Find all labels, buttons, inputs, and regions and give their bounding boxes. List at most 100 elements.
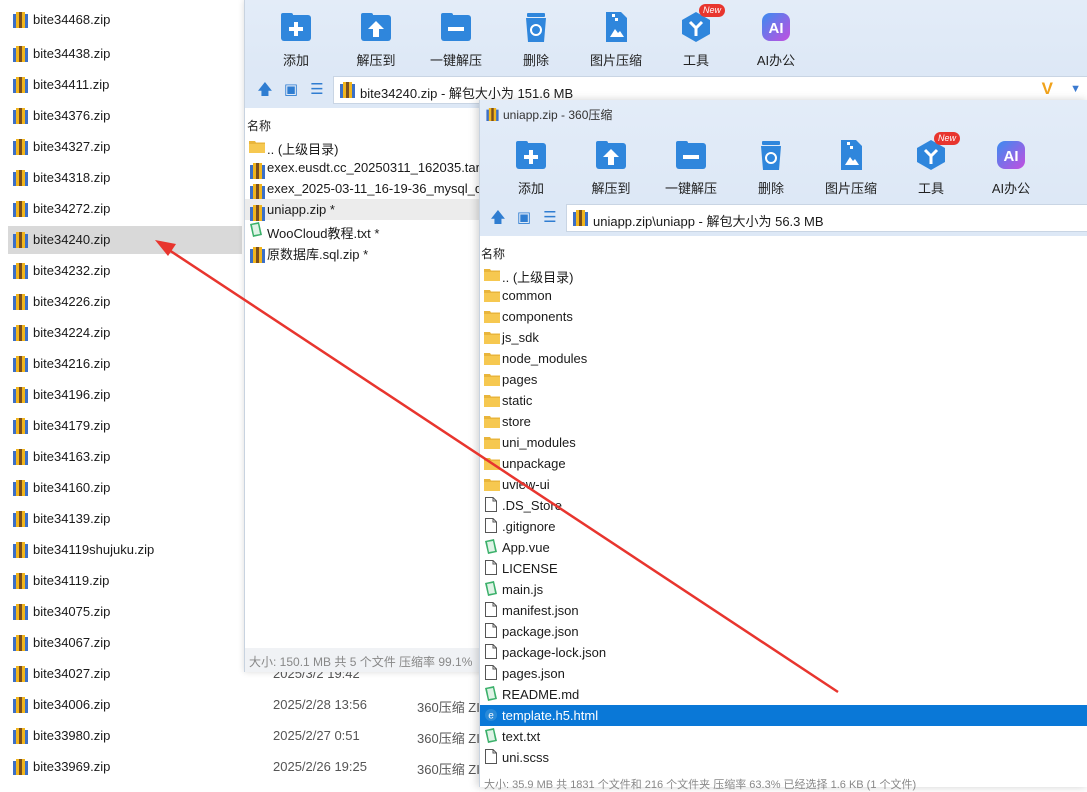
- win2-file-row[interactable]: .gitignore: [480, 516, 1087, 537]
- bg-file-type: 360压缩 ZI: [417, 731, 480, 746]
- delete-button-2[interactable]: 删除: [736, 138, 806, 197]
- thumbnail-view-icon[interactable]: ▣: [283, 82, 299, 98]
- file-name: package-lock.json: [502, 645, 607, 660]
- win2-file-row[interactable]: README.md: [480, 684, 1087, 705]
- archive-window-uniapp: uniapp.zip - 360压缩 添加 解压到 一键解压 删除 图片压缩 N…: [479, 100, 1087, 791]
- file-icon: [485, 623, 497, 638]
- win1-file-row[interactable]: WooCloud教程.txt *: [245, 220, 485, 241]
- win2-file-row[interactable]: e template.h5.html: [480, 705, 1087, 726]
- win1-file-row[interactable]: exex_2025-03-11_16-19-36_mysql_da: [245, 178, 489, 200]
- bg-file-name: bite34224.zip: [33, 325, 111, 340]
- extract-to-button-2[interactable]: 解压到: [576, 138, 646, 197]
- list-view-icon[interactable]: ☰: [542, 210, 558, 226]
- bg-file-name: bite34179.zip: [33, 418, 111, 433]
- bg-file-date: 2025/2/27 0:51: [273, 728, 360, 743]
- file-name: exex.eusdt.cc_20250311_162035.tar.g: [267, 160, 491, 175]
- ai-office-button-2[interactable]: AI AI办公: [976, 138, 1046, 197]
- thumbnail-view-icon[interactable]: ▣: [516, 210, 532, 226]
- vip-icon[interactable]: V: [1042, 79, 1053, 99]
- win2-file-row[interactable]: .DS_Store: [480, 495, 1087, 516]
- zip-archive-icon: [13, 635, 28, 651]
- tools-icon: New: [679, 4, 726, 44]
- win2-file-row[interactable]: unpackage: [480, 453, 1087, 474]
- bg-file-name: bite34226.zip: [33, 294, 111, 309]
- add-button-2[interactable]: 添加: [496, 138, 566, 197]
- win2-file-row[interactable]: store: [480, 411, 1087, 432]
- script-file-icon: [485, 539, 497, 554]
- win2-file-row[interactable]: .. (上级目录): [480, 264, 1087, 285]
- tools-icon: New: [914, 132, 961, 172]
- bg-file-name: bite33980.zip: [33, 728, 111, 743]
- zip-archive-icon: [13, 387, 28, 403]
- ai-office-icon: AI: [759, 10, 793, 44]
- text-file-icon: [250, 222, 262, 237]
- bg-file-name: bite34075.zip: [33, 604, 111, 619]
- win1-file-row[interactable]: 原数据库.sql.zip *: [245, 241, 485, 263]
- one-click-extract-button-2[interactable]: 一键解压: [656, 138, 726, 197]
- win2-file-row[interactable]: static: [480, 390, 1087, 411]
- list-view-icon[interactable]: ☰: [309, 82, 325, 98]
- win2-file-row[interactable]: node_modules: [480, 348, 1087, 369]
- win1-file-row[interactable]: .. (上级目录): [245, 136, 485, 157]
- one-click-extract-button[interactable]: 一键解压: [421, 10, 491, 69]
- zip-archive-icon: [250, 247, 265, 263]
- win1-file-row[interactable]: exex.eusdt.cc_20250311_162035.tar.g: [245, 157, 490, 179]
- file-name: main.js: [502, 582, 544, 597]
- up-arrow-icon[interactable]: 🡅: [490, 210, 506, 226]
- file-name: .. (上级目录): [267, 142, 339, 157]
- edge-browser-icon: e: [485, 709, 497, 722]
- win2-file-row[interactable]: text.txt: [480, 726, 1087, 747]
- zip-archive-icon: [13, 697, 28, 713]
- bg-file-name: bite34272.zip: [33, 201, 111, 216]
- file-name: js_sdk: [502, 330, 539, 345]
- win2-file-row[interactable]: package-lock.json: [480, 642, 1087, 663]
- win2-file-row[interactable]: common: [480, 285, 1087, 306]
- image-compress-button[interactable]: 图片压缩: [581, 10, 651, 69]
- extract-to-button[interactable]: 解压到: [341, 10, 411, 69]
- win2-file-row[interactable]: LICENSE: [480, 558, 1087, 579]
- file-name: .gitignore: [502, 519, 556, 534]
- one-click-extract-label: 一键解压: [664, 181, 717, 196]
- image-compress-button-2[interactable]: 图片压缩: [816, 138, 886, 197]
- zip-archive-icon: [13, 77, 28, 93]
- bg-file-name: bite34163.zip: [33, 449, 111, 464]
- zip-archive-icon: [13, 604, 28, 620]
- up-arrow-icon[interactable]: 🡅: [257, 82, 273, 98]
- tools-button-2[interactable]: New 工具: [896, 132, 966, 197]
- status-bar: 大小: 150.1 MB 共 5 个文件 压缩率 99.1%: [245, 648, 485, 672]
- image-compress-icon: [599, 10, 633, 44]
- dropdown-arrow-icon[interactable]: ▼: [1070, 83, 1081, 95]
- tools-button[interactable]: New 工具: [661, 4, 731, 69]
- zip-archive-icon: [13, 480, 28, 496]
- column-header-name[interactable]: 名称: [247, 117, 271, 134]
- bg-file-name: bite34067.zip: [33, 635, 111, 650]
- file-name: .DS_Store: [502, 498, 562, 513]
- window-title: uniapp.zip - 360压缩: [486, 106, 612, 123]
- win2-file-row[interactable]: uni_modules: [480, 432, 1087, 453]
- ai-office-button[interactable]: AI AI办公: [741, 10, 811, 69]
- svg-text:e: e: [488, 711, 494, 722]
- win2-file-row[interactable]: components: [480, 306, 1087, 327]
- bg-file-name: bite34318.zip: [33, 170, 111, 185]
- folder-icon: [484, 395, 500, 407]
- file-name: components: [502, 309, 573, 324]
- column-header-name[interactable]: 名称: [481, 245, 505, 262]
- delete-label: 删除: [522, 53, 549, 68]
- win2-file-row[interactable]: pages.json: [480, 663, 1087, 684]
- win2-file-row[interactable]: js_sdk: [480, 327, 1087, 348]
- file-name: pages.json: [502, 666, 565, 681]
- zip-archive-icon: [13, 325, 28, 341]
- delete-button[interactable]: 删除: [501, 10, 571, 69]
- win2-file-row[interactable]: manifest.json: [480, 600, 1087, 621]
- win2-file-row[interactable]: uni.scss: [480, 747, 1087, 768]
- address-path-box-2[interactable]: uniapp.zip\uniapp - 解包大小为 56.3 MB: [566, 204, 1087, 232]
- win2-file-row[interactable]: uview-ui: [480, 474, 1087, 495]
- bg-list-row[interactable]: bite34240.zip: [8, 226, 242, 254]
- win2-file-row[interactable]: pages: [480, 369, 1087, 390]
- win2-file-row[interactable]: package.json: [480, 621, 1087, 642]
- win2-file-row[interactable]: App.vue: [480, 537, 1087, 558]
- ai-office-label: AI办公: [991, 181, 1031, 196]
- add-button[interactable]: 添加: [261, 10, 331, 69]
- win2-file-row[interactable]: main.js: [480, 579, 1087, 600]
- win1-file-row[interactable]: uniapp.zip *: [245, 199, 485, 221]
